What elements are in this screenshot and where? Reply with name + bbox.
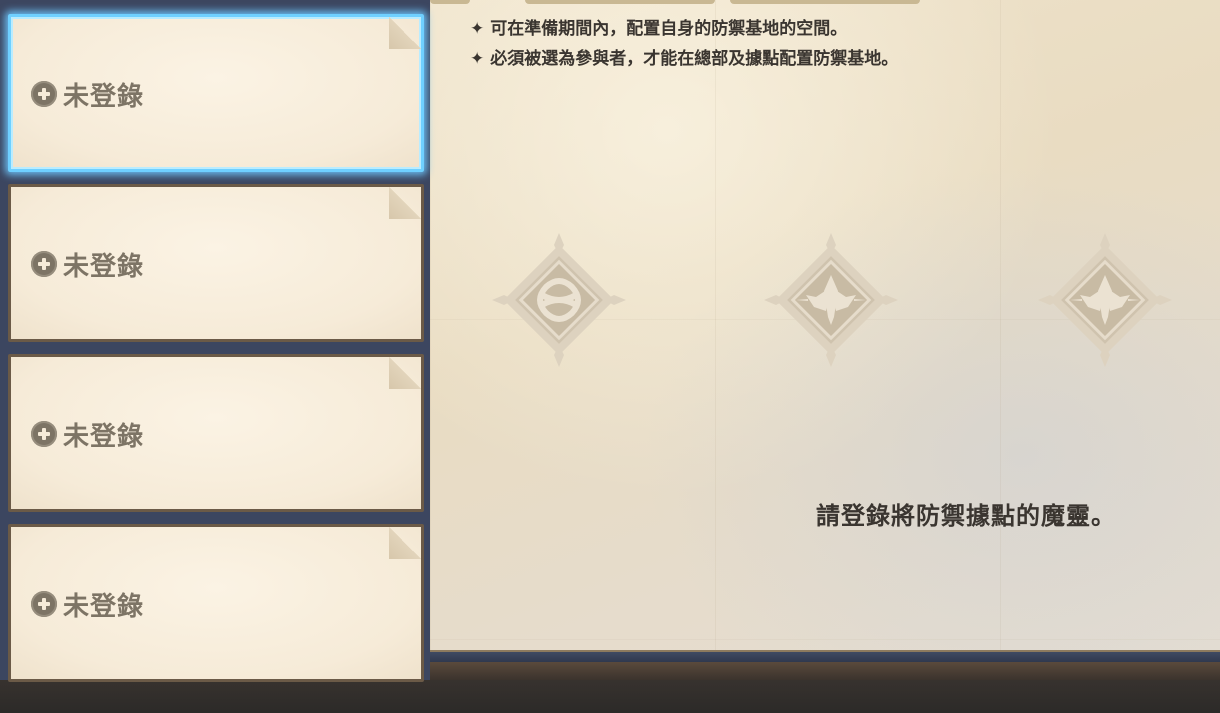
defense-point-knot[interactable]: [484, 225, 634, 375]
slot-label: 未登錄: [31, 587, 144, 622]
register-prompt: 請登錄將防禦據點的魔靈。: [816, 502, 1116, 530]
note-line: ✦ 可在準備期間內，配置自身的防禦基地的空間。: [470, 19, 848, 39]
note-line: ✦ 必須被選為參與者，才能在總部及據點配置防禦基地。: [470, 49, 899, 69]
slot-label: 未登錄: [31, 247, 144, 282]
slot-card[interactable]: 未登錄: [8, 354, 424, 512]
wing-flame-emblem-icon: [764, 233, 898, 367]
slot-card[interactable]: 未登錄: [8, 524, 424, 682]
page-fold: [389, 357, 421, 389]
defense-point-wing[interactable]: [1030, 225, 1180, 375]
tab-stub: [525, 0, 715, 4]
knot-emblem-icon: [492, 233, 626, 367]
map-frame: [430, 662, 1220, 680]
tab-stub: [730, 0, 920, 4]
tab-stub: [430, 0, 470, 4]
page-fold: [389, 17, 421, 49]
slot-list: 未登錄 未登錄 未登錄 未登錄: [0, 0, 430, 682]
slot-card[interactable]: 未登錄: [8, 14, 424, 172]
rules-notes: ✦ 可在準備期間內，配置自身的防禦基地的空間。 ✦ 必須被選為參與者，才能在總部及據…: [470, 14, 898, 74]
defense-point-wing[interactable]: [756, 225, 906, 375]
bullet-star-icon: ✦: [470, 19, 485, 39]
plus-circle-icon: [31, 81, 57, 107]
page-fold: [389, 527, 421, 559]
slot-label: 未登錄: [31, 417, 144, 452]
plus-circle-icon: [31, 251, 57, 277]
bullet-star-icon: ✦: [470, 49, 485, 69]
plus-circle-icon: [31, 421, 57, 447]
slot-label: 未登錄: [31, 77, 144, 112]
wing-flame-emblem-icon: [1038, 233, 1172, 367]
plus-circle-icon: [31, 591, 57, 617]
slot-card[interactable]: 未登錄: [8, 184, 424, 342]
page-fold: [389, 187, 421, 219]
